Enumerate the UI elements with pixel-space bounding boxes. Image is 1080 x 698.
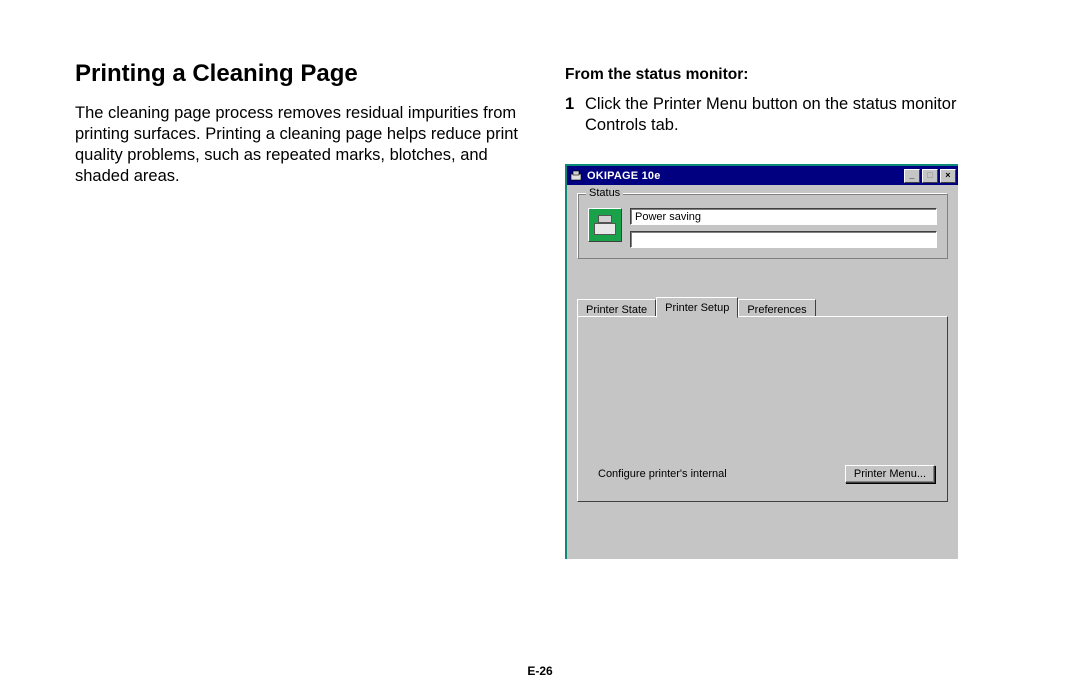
subsection-heading: From the status monitor: xyxy=(565,66,985,84)
tab-printer-setup[interactable]: Printer Setup xyxy=(656,297,738,318)
status-legend: Status xyxy=(586,187,623,199)
tab-panel-printer-setup: Configure printer's internal Printer Men… xyxy=(577,316,948,502)
page-heading: Printing a Cleaning Page xyxy=(75,60,535,89)
page-number: E-26 xyxy=(0,664,1080,678)
close-button[interactable]: × xyxy=(940,169,956,183)
configure-label: Configure printer's internal xyxy=(598,468,727,480)
printer-status-icon xyxy=(588,208,622,242)
app-icon xyxy=(569,169,583,183)
maximize-button[interactable]: □ xyxy=(922,169,938,183)
status-field-2 xyxy=(630,231,937,248)
minimize-button[interactable]: _ xyxy=(904,169,920,183)
tab-printer-state[interactable]: Printer State xyxy=(577,299,656,317)
intro-paragraph: The cleaning page process removes residu… xyxy=(75,103,535,187)
status-field-1: Power saving xyxy=(630,208,937,225)
tab-strip: Printer State Printer Setup Preferences xyxy=(577,297,948,317)
tab-preferences[interactable]: Preferences xyxy=(738,299,815,317)
window-titlebar[interactable]: OKIPAGE 10e _ □ × xyxy=(567,166,958,185)
status-groupbox: Status Power saving xyxy=(577,193,948,259)
printer-menu-button[interactable]: Printer Menu... xyxy=(845,465,935,483)
step-text: Click the Printer Menu button on the sta… xyxy=(585,94,985,136)
step-number: 1 xyxy=(565,94,577,136)
window-title: OKIPAGE 10e xyxy=(587,170,902,182)
status-monitor-window: OKIPAGE 10e _ □ × Status xyxy=(565,164,958,559)
